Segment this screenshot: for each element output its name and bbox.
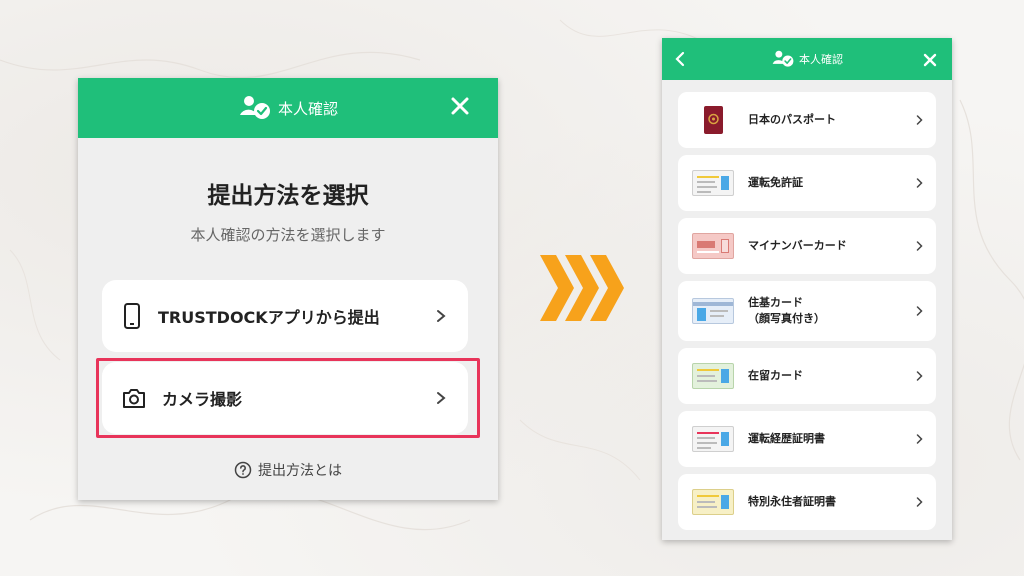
user-check-icon (238, 95, 272, 121)
page-subtitle: 本人確認の方法を選択します (190, 226, 386, 244)
doc-label: 運転経歴証明書 (748, 432, 825, 446)
chevron-right-icon (916, 434, 923, 444)
back-chevron-icon[interactable] (672, 50, 688, 68)
doc-label: 在留カード (748, 369, 803, 383)
doc-item-driving-history-cert[interactable]: 運転経歴証明書 (678, 411, 936, 467)
help-link-label: 提出方法とは (258, 463, 342, 479)
chevron-right-icon (916, 497, 923, 507)
chevron-right-icon (916, 306, 923, 316)
doc-label: マイナンバーカード (748, 239, 847, 253)
document-select-dialog: 本人確認 日本のパスポート 運転免許証 マイナンバーカード 住基カード （顔写真… (662, 38, 952, 540)
header-title: 本人確認 (277, 99, 338, 118)
special-permanent-resident-icon (692, 489, 734, 515)
question-circle-icon (234, 461, 252, 479)
chevron-right-icon (916, 241, 923, 251)
doc-label: 日本のパスポート (748, 113, 836, 127)
my-number-card-icon (692, 233, 734, 259)
chevron-right-icon (916, 371, 923, 381)
doc-label-line2: （顔写真付き） (748, 312, 825, 325)
submission-method-dialog: 本人確認 提出方法を選択 本人確認の方法を選択します TRUSTDOCKアプリか… (78, 78, 498, 500)
juki-card-icon (692, 298, 734, 324)
trustdock-app-option[interactable]: TRUSTDOCKアプリから提出 (102, 280, 468, 352)
page-title: 提出方法を選択 (207, 183, 369, 209)
doc-item-drivers-license[interactable]: 運転免許証 (678, 155, 936, 211)
doc-label: 住基カード （顔写真付き） (748, 295, 915, 327)
highlight-frame (96, 358, 480, 438)
chevron-right-icon (437, 310, 446, 322)
doc-label-line1: 住基カード (748, 296, 803, 310)
doc-item-my-number-card[interactable]: マイナンバーカード (678, 218, 936, 274)
drivers-license-icon (692, 170, 734, 196)
doc-item-passport[interactable]: 日本のパスポート (678, 92, 936, 148)
triple-chevron-arrow-icon (540, 255, 624, 321)
help-link[interactable]: 提出方法とは (78, 460, 498, 480)
close-icon[interactable] (448, 94, 472, 118)
option-label: TRUSTDOCKアプリから提出 (158, 308, 380, 327)
chevron-right-icon (916, 115, 923, 125)
smartphone-icon (124, 303, 140, 329)
close-icon[interactable] (922, 52, 938, 68)
dialog-header: 本人確認 (662, 38, 952, 80)
doc-item-special-permanent-resident[interactable]: 特別永住者証明書 (678, 474, 936, 530)
passport-icon (692, 105, 734, 135)
user-check-icon (771, 50, 795, 68)
header-title: 本人確認 (799, 53, 843, 66)
driving-history-cert-icon (692, 426, 734, 452)
residence-card-icon (692, 363, 734, 389)
doc-item-residence-card[interactable]: 在留カード (678, 348, 936, 404)
doc-item-juki-card[interactable]: 住基カード （顔写真付き） (678, 281, 936, 341)
doc-label: 運転免許証 (748, 176, 803, 190)
doc-label: 特別永住者証明書 (748, 495, 836, 509)
chevron-right-icon (916, 178, 923, 188)
dialog-header: 本人確認 (78, 78, 498, 138)
